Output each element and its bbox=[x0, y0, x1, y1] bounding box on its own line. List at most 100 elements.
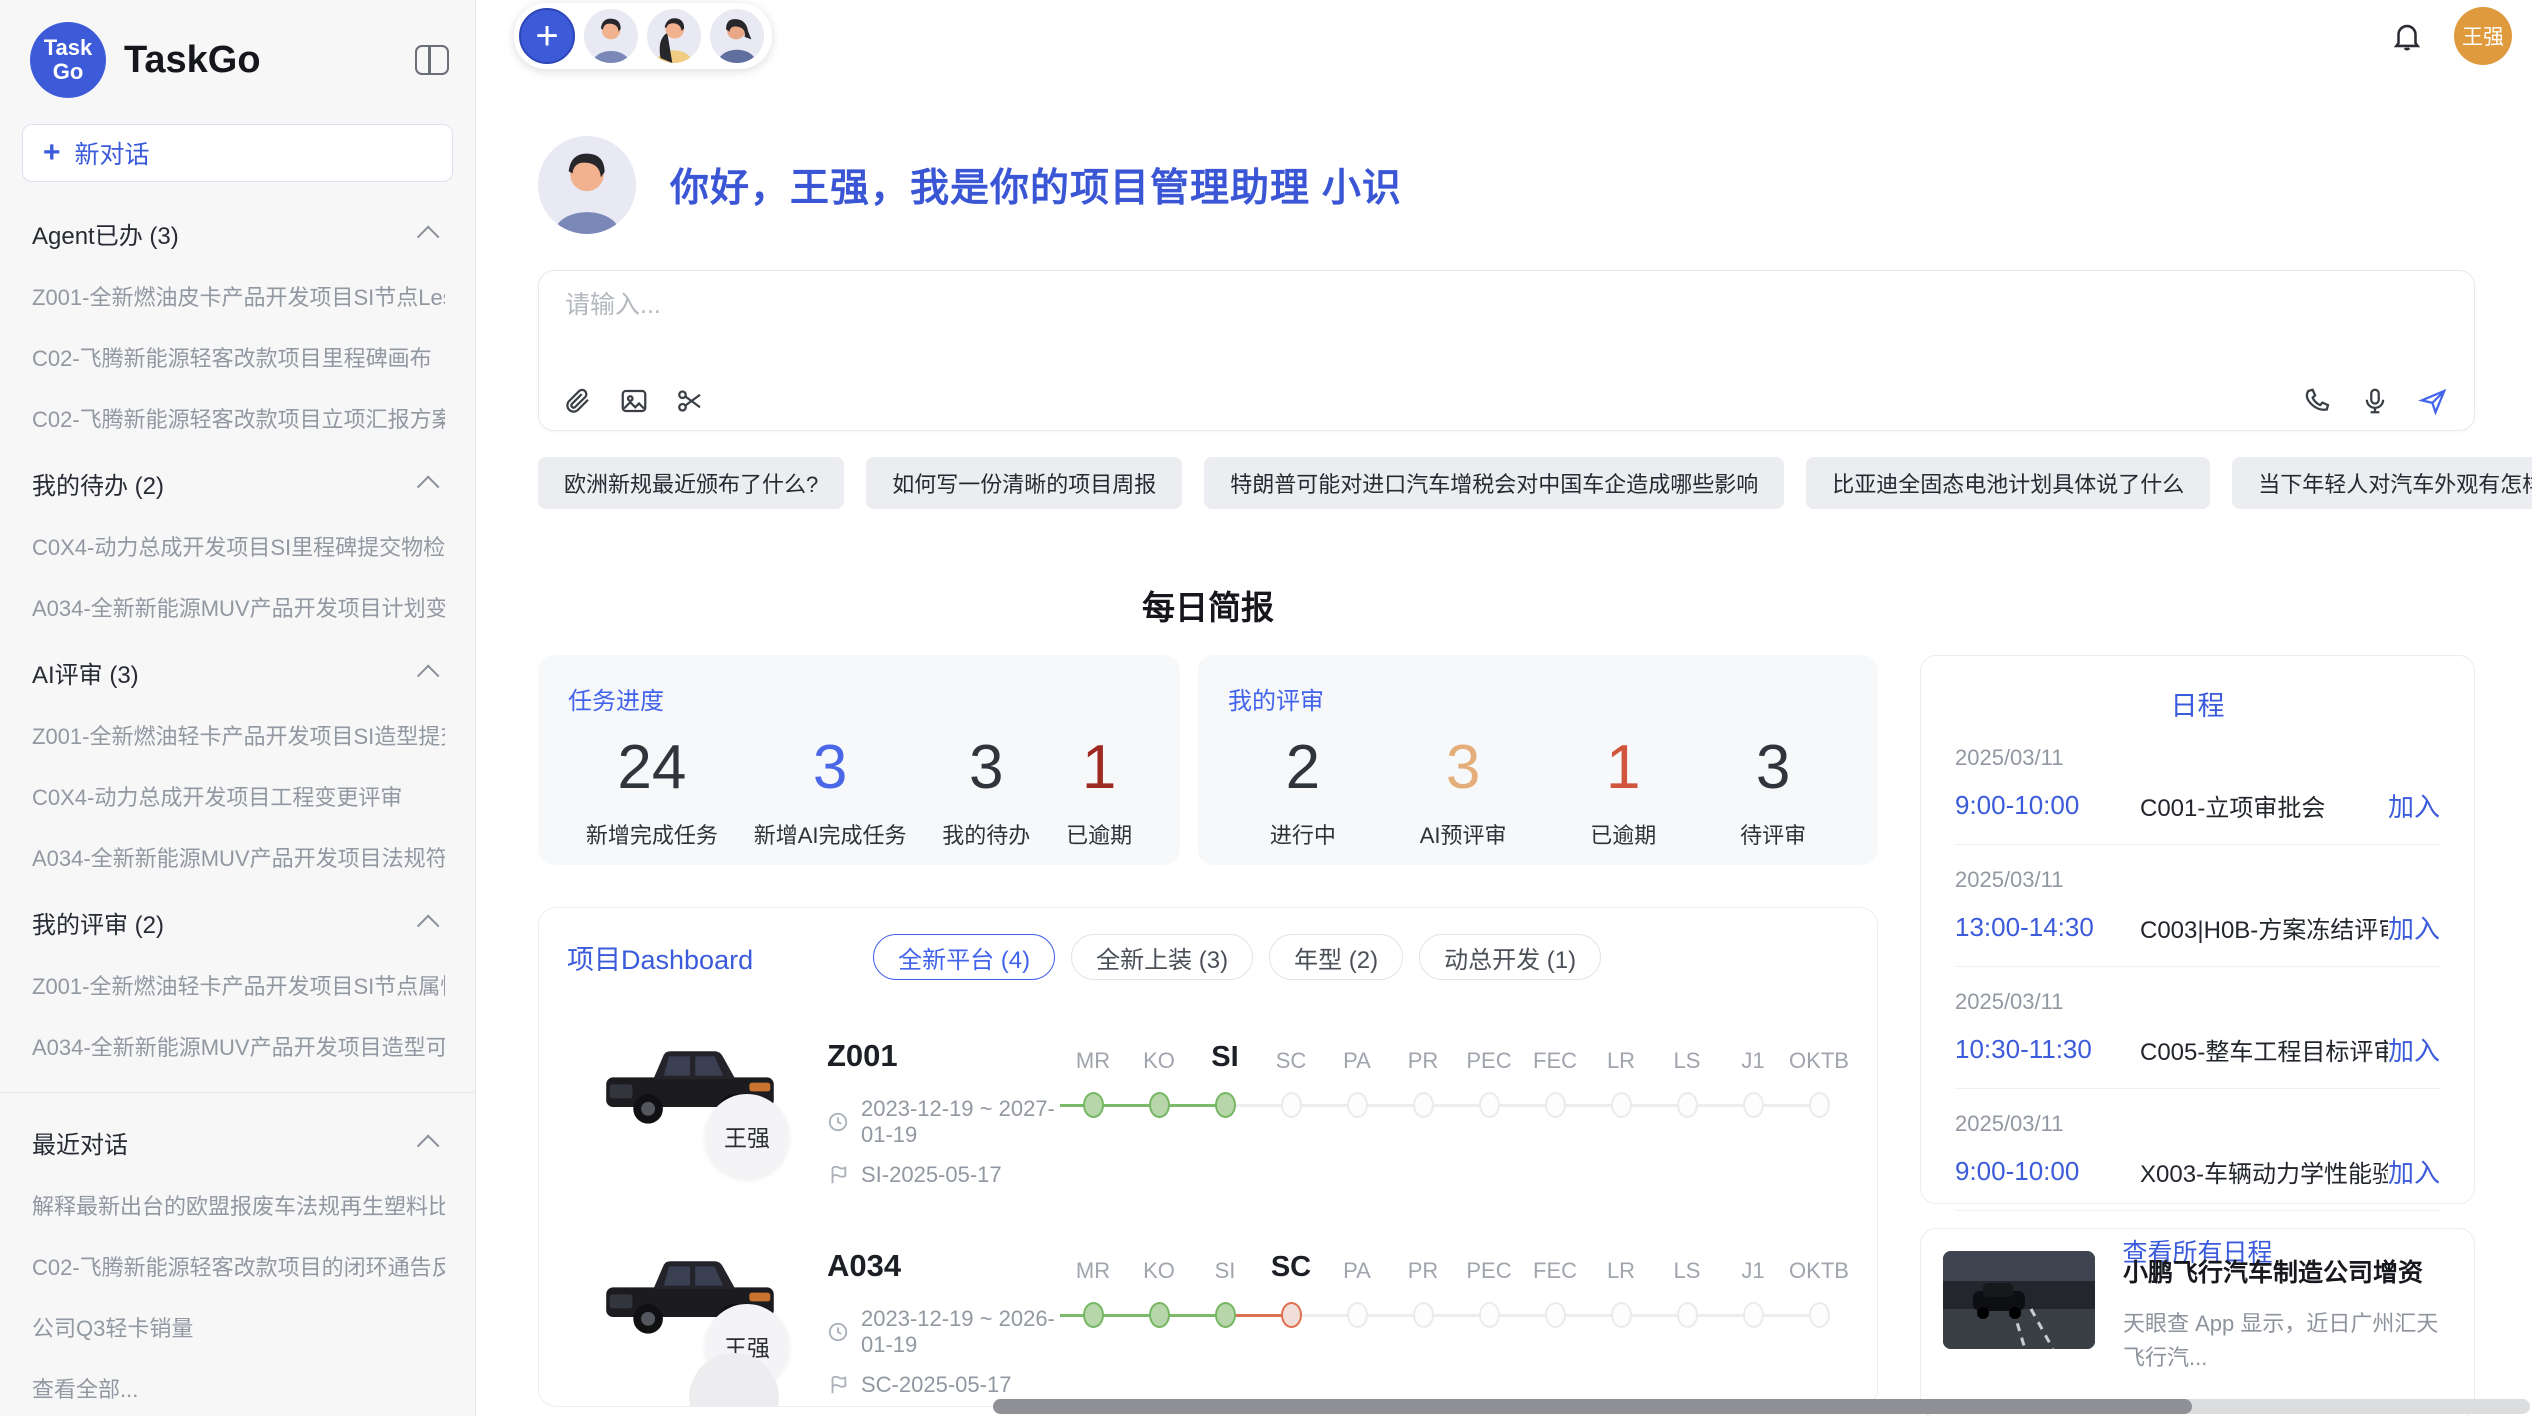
milestone-label: J1 bbox=[1741, 1242, 1764, 1284]
milestone-cell[interactable]: PR bbox=[1390, 1032, 1456, 1118]
sidebar-conversation-item[interactable]: A034-全新新能源MUV产品开发项目计划变更表编写 bbox=[32, 591, 445, 623]
image-icon[interactable] bbox=[619, 386, 649, 416]
top-bar: + 王强 bbox=[476, 0, 2532, 72]
milestone-cell[interactable]: MR bbox=[1060, 1242, 1126, 1328]
milestone-cell[interactable]: LR bbox=[1588, 1032, 1654, 1118]
join-link[interactable]: 加入 bbox=[2388, 1153, 2440, 1190]
avatar[interactable] bbox=[647, 9, 701, 63]
microphone-icon[interactable] bbox=[2360, 386, 2390, 416]
scrollbar-thumb[interactable] bbox=[993, 1399, 2192, 1414]
project-row-z001[interactable]: 王强 Z001 2023-12-19 ~ 2027-01-19 bbox=[567, 1032, 1849, 1190]
user-avatar[interactable]: 王强 bbox=[2454, 7, 2512, 65]
section-items-ai-review: Z001-全新燃油轻卡产品开发项目SI造型提交物评审 C0X4-动力总成开发项目工… bbox=[32, 719, 445, 873]
milestone-dot bbox=[1413, 1302, 1434, 1328]
sidebar-conversation-item[interactable]: C0X4-动力总成开发项目SI里程碑提交物检查 bbox=[32, 530, 445, 562]
milestone-cell[interactable]: SC bbox=[1258, 1032, 1324, 1118]
suggestion-chip[interactable]: 当下年轻人对汽车外观有怎样的喜好趋势 bbox=[2232, 457, 2532, 509]
sidebar-conversation-item[interactable]: 查看全部... bbox=[32, 1372, 445, 1404]
milestone-cell[interactable]: PEC bbox=[1456, 1242, 1522, 1328]
join-link[interactable]: 加入 bbox=[2388, 1031, 2440, 1068]
suggestion-chip[interactable]: 如何写一份清晰的项目周报 bbox=[866, 457, 1182, 509]
section-label: 最近对话 bbox=[32, 1125, 128, 1160]
chevron-up-icon bbox=[417, 225, 440, 248]
sidebar-conversation-item[interactable]: C02-飞腾新能源轻客改款项目立项汇报方案 bbox=[32, 402, 445, 434]
suggestion-chip[interactable]: 比亚迪全固态电池计划具体说了什么 bbox=[1806, 457, 2210, 509]
dashboard-tab[interactable]: 全新平台 (4) bbox=[873, 934, 1055, 980]
milestone-cell[interactable]: PA bbox=[1324, 1242, 1390, 1328]
stat-value: 1 bbox=[1590, 734, 1656, 802]
input-tools-left bbox=[563, 386, 705, 416]
sidebar-divider bbox=[0, 1092, 475, 1093]
add-member-button[interactable]: + bbox=[519, 8, 575, 64]
milestone-cell[interactable]: SI bbox=[1192, 1242, 1258, 1328]
milestone-dot bbox=[1215, 1092, 1236, 1118]
dashboard-tab[interactable]: 年型 (2) bbox=[1269, 934, 1403, 980]
plus-icon: + bbox=[43, 136, 61, 170]
stat-label: 待评审 bbox=[1740, 818, 1806, 850]
sidebar-conversation-item[interactable]: Z001-全新燃油轻卡产品开发项目SI造型提交物评审 bbox=[32, 719, 445, 751]
section-header-ai-review[interactable]: AI评审 (3) bbox=[32, 655, 445, 690]
section-header-my-review[interactable]: 我的评审 (2) bbox=[32, 905, 445, 940]
sidebar-conversation-item[interactable]: A034-全新新能源MUV产品开发项目造型可行性评审 bbox=[32, 1030, 445, 1062]
sidebar-conversation-item[interactable]: C0X4-动力总成开发项目工程变更评审 bbox=[32, 780, 445, 812]
milestone-cell[interactable]: MR bbox=[1060, 1032, 1126, 1118]
avatar[interactable] bbox=[584, 9, 638, 63]
milestone-cell[interactable]: SI bbox=[1192, 1032, 1258, 1118]
sidebar-conversation-item[interactable]: C02-飞腾新能源轻客改款项目里程碑画布 bbox=[32, 341, 445, 373]
send-icon[interactable] bbox=[2418, 386, 2448, 416]
join-link[interactable]: 加入 bbox=[2388, 909, 2440, 946]
avatar[interactable] bbox=[710, 9, 764, 63]
flag-icon bbox=[827, 1164, 849, 1186]
milestone-cell[interactable]: LS bbox=[1654, 1032, 1720, 1118]
section-header-recent[interactable]: 最近对话 bbox=[32, 1125, 445, 1160]
join-link[interactable]: 加入 bbox=[2388, 787, 2440, 824]
dashboard-tab[interactable]: 动总开发 (1) bbox=[1419, 934, 1601, 980]
chevron-up-icon bbox=[417, 914, 440, 937]
section-header-my-todo[interactable]: 我的待办 (2) bbox=[32, 466, 445, 501]
new-chat-button[interactable]: + 新对话 bbox=[22, 124, 453, 182]
milestone-cell[interactable]: LS bbox=[1654, 1242, 1720, 1328]
milestone-cell[interactable]: FEC bbox=[1522, 1242, 1588, 1328]
news-card[interactable]: 小鹏飞行汽车制造公司增资 天眼查 App 显示，近日广州汇天飞行汽... bbox=[1920, 1228, 2475, 1416]
sidebar-conversation-item[interactable]: Z001-全新燃油轻卡产品开发项目SI节点属性5D文件评审 bbox=[32, 969, 445, 1001]
milestone-cell[interactable]: OKTB bbox=[1786, 1032, 1852, 1118]
team-avatar-group: + bbox=[514, 3, 772, 69]
sidebar-conversation-item[interactable]: C02-飞腾新能源轻客改款项目的闭环通告反馈情况 bbox=[32, 1250, 445, 1282]
milestone-label: SC bbox=[1276, 1032, 1307, 1074]
milestone-cell[interactable]: KO bbox=[1126, 1032, 1192, 1118]
dashboard-tab[interactable]: 全新上装 (3) bbox=[1071, 934, 1253, 980]
milestone-cell[interactable]: LR bbox=[1588, 1242, 1654, 1328]
chat-input[interactable] bbox=[565, 291, 2448, 320]
phone-icon[interactable] bbox=[2302, 386, 2332, 416]
sidebar-conversation-item[interactable]: A034-全新新能源MUV产品开发项目法规符合性评审 bbox=[32, 841, 445, 873]
milestone-label: KO bbox=[1143, 1032, 1175, 1074]
suggestion-chip[interactable]: 特朗普可能对进口汽车增税会对中国车企造成哪些影响 bbox=[1204, 457, 1784, 509]
section-header-agent-done[interactable]: Agent已办 (3) bbox=[32, 216, 445, 251]
sidebar-conversation-item[interactable]: 解释最新出台的欧盟报废车法规再生塑料比例被调至15%... bbox=[32, 1189, 445, 1221]
milestone-label: PR bbox=[1408, 1032, 1439, 1074]
stat-label: 新增完成任务 bbox=[586, 818, 718, 850]
milestone-cell[interactable]: PA bbox=[1324, 1032, 1390, 1118]
milestone-cell[interactable]: KO bbox=[1126, 1242, 1192, 1328]
milestone-cell[interactable]: OKTB bbox=[1786, 1242, 1852, 1328]
attachment-icon[interactable] bbox=[563, 386, 593, 416]
milestone-dot bbox=[1677, 1302, 1698, 1328]
notification-bell-icon[interactable] bbox=[2390, 19, 2424, 53]
horizontal-scrollbar[interactable] bbox=[993, 1399, 2530, 1414]
sidebar-conversation-item[interactable]: 公司Q3轻卡销量 bbox=[32, 1311, 445, 1343]
milestone-cell[interactable]: FEC bbox=[1522, 1032, 1588, 1118]
collapse-sidebar-icon[interactable] bbox=[415, 45, 449, 75]
stat-label: 我的待办 bbox=[942, 818, 1030, 850]
milestone-cell[interactable]: PEC bbox=[1456, 1032, 1522, 1118]
milestone-cell[interactable]: SC bbox=[1258, 1242, 1324, 1328]
suggestion-chip[interactable]: 欧洲新规最近颁布了什么? bbox=[538, 457, 844, 509]
new-chat-label: 新对话 bbox=[75, 135, 150, 171]
milestone-cell[interactable]: PR bbox=[1390, 1242, 1456, 1328]
milestone-cell[interactable]: J1 bbox=[1720, 1242, 1786, 1328]
schedule-item: 2025/03/11 10:30-11:30 C005-整车工程目标评审 加入 bbox=[1955, 967, 2440, 1089]
milestone-cell[interactable]: J1 bbox=[1720, 1032, 1786, 1118]
sidebar-conversation-item[interactable]: Z001-全新燃油皮卡产品开发项目SI节点Lesson Learn报告 bbox=[32, 280, 445, 312]
stat-value: 3 bbox=[754, 734, 907, 802]
milestone-label: LS bbox=[1674, 1242, 1701, 1284]
scissors-icon[interactable] bbox=[675, 386, 705, 416]
